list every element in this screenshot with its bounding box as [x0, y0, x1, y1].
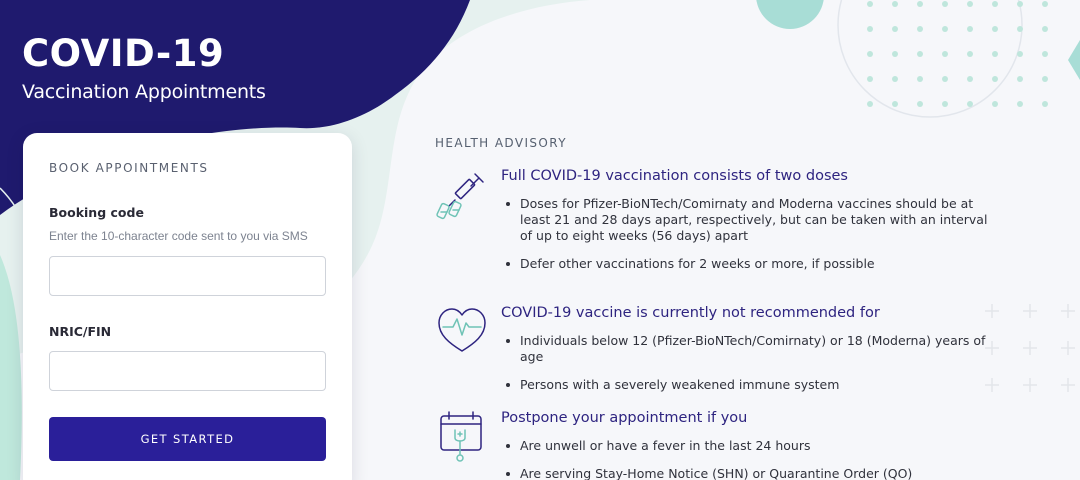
decorative-dot [1017, 76, 1023, 82]
dot-grid [867, 1, 1048, 107]
list-item: Doses for Pfizer-BioNTech/Comirnaty and … [501, 196, 1001, 244]
heart-heartbeat-icon [438, 308, 486, 352]
decorative-dot [967, 1, 973, 7]
decorative-dot [967, 26, 973, 32]
list-item: Are serving Stay-Home Notice (SHN) or Qu… [501, 466, 1001, 480]
teal-circle-shape [756, 0, 824, 29]
decorative-dot [992, 1, 998, 7]
decorative-plus [985, 304, 999, 318]
decorative-dot [992, 26, 998, 32]
booking-code-input[interactable] [49, 256, 326, 296]
decorative-dot [867, 76, 873, 82]
decorative-plus [1023, 378, 1037, 392]
list-item: Defer other vaccinations for 2 weeks or … [501, 256, 1001, 272]
decorative-plus [1023, 341, 1037, 355]
decorative-dot [1017, 101, 1023, 107]
decorative-dot [967, 101, 973, 107]
booking-card: BOOK APPOINTMENTS Booking code Enter the… [23, 133, 352, 480]
decorative-plus [1061, 341, 1075, 355]
decorative-dot [942, 76, 948, 82]
decorative-dot [967, 51, 973, 57]
decorative-dot [892, 101, 898, 107]
decorative-dot [1017, 26, 1023, 32]
advisory-list: Individuals below 12 (Pfizer-BioNTech/Co… [501, 333, 1001, 405]
decorative-dot [992, 51, 998, 57]
decorative-dot [892, 76, 898, 82]
decorative-plus [1061, 378, 1075, 392]
decorative-dot [1042, 1, 1048, 7]
decorative-dot [1042, 101, 1048, 107]
vaccine-vials-icon [436, 173, 484, 220]
decorative-dot [917, 51, 923, 57]
decorative-dot [1042, 51, 1048, 57]
list-item: Persons with a severely weakened immune … [501, 377, 1001, 393]
decorative-dot [942, 26, 948, 32]
decorative-dot [967, 76, 973, 82]
nric-label: NRIC/FIN [49, 324, 112, 339]
decorative-dot [892, 1, 898, 7]
booking-code-hint: Enter the 10-character code sent to you … [49, 229, 308, 243]
decorative-dot [867, 101, 873, 107]
decorative-dot [917, 76, 923, 82]
advisory-list: Doses for Pfizer-BioNTech/Comirnaty and … [501, 196, 1001, 284]
list-item: Individuals below 12 (Pfizer-BioNTech/Co… [501, 333, 1001, 365]
booking-code-label: Booking code [49, 205, 144, 220]
decorative-dot [942, 51, 948, 57]
decorative-dot [1017, 51, 1023, 57]
list-item: Are unwell or have a fever in the last 2… [501, 438, 1001, 454]
decorative-dot [1017, 1, 1023, 7]
decorative-dot [942, 101, 948, 107]
decorative-dot [892, 26, 898, 32]
decorative-dot [942, 1, 948, 7]
header: COVID-19 Vaccination Appointments [22, 32, 266, 104]
decorative-dot [992, 76, 998, 82]
decorative-plus [1023, 304, 1037, 318]
advisory-heading: COVID-19 vaccine is currently not recomm… [501, 305, 880, 321]
decorative-dot [917, 26, 923, 32]
advisory-list: Are unwell or have a fever in the last 2… [501, 438, 1001, 480]
decorative-dot [867, 1, 873, 7]
decorative-dot [992, 101, 998, 107]
booking-card-title: BOOK APPOINTMENTS [49, 161, 209, 175]
calendar-stethoscope-icon [440, 411, 482, 462]
decorative-dot [917, 101, 923, 107]
advisory-heading: Postpone your appointment if you [501, 410, 748, 426]
nric-input[interactable] [49, 351, 326, 391]
decorative-plus [1061, 304, 1075, 318]
health-advisory-title: HEALTH ADVISORY [435, 136, 567, 150]
page-title: COVID-19 [22, 32, 225, 75]
decorative-dot [892, 51, 898, 57]
get-started-button[interactable]: GET STARTED [49, 417, 326, 461]
decorative-dot [1042, 26, 1048, 32]
decorative-dot [1042, 76, 1048, 82]
faint-ring-shape [837, 0, 1023, 118]
page-subtitle: Vaccination Appointments [22, 81, 266, 103]
advisory-heading: Full COVID-19 vaccination consists of tw… [501, 168, 848, 184]
decorative-dot [917, 1, 923, 7]
decorative-dot [867, 51, 873, 57]
teal-diamond-shape [1068, 40, 1080, 80]
decorative-dot [867, 26, 873, 32]
